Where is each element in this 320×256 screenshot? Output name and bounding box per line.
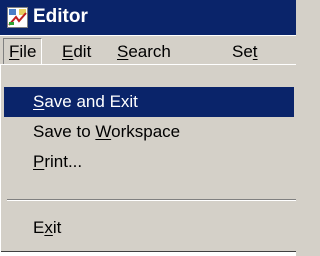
- menu-item-exit[interactable]: Exit: [4, 213, 294, 243]
- menu-search[interactable]: Search: [112, 38, 176, 65]
- menu-item-save-to-workspace[interactable]: Save to Workspace: [4, 117, 294, 147]
- menu-edit[interactable]: Edit: [57, 38, 96, 65]
- window-title: Editor: [33, 6, 88, 27]
- menu-separator: [7, 199, 296, 201]
- editor-app-icon: [7, 7, 28, 28]
- menu-item-save-and-exit[interactable]: Save and Exit: [4, 87, 294, 117]
- menu-item-print[interactable]: Print...: [4, 147, 294, 177]
- menu-bar: File Edit Search Set: [0, 35, 296, 65]
- title-bar[interactable]: Editor: [0, 0, 296, 35]
- menu-file[interactable]: File: [3, 38, 43, 65]
- file-menu-dropdown: Save and Exit Save to Workspace Print...…: [0, 64, 296, 256]
- menu-set[interactable]: Set: [227, 38, 263, 65]
